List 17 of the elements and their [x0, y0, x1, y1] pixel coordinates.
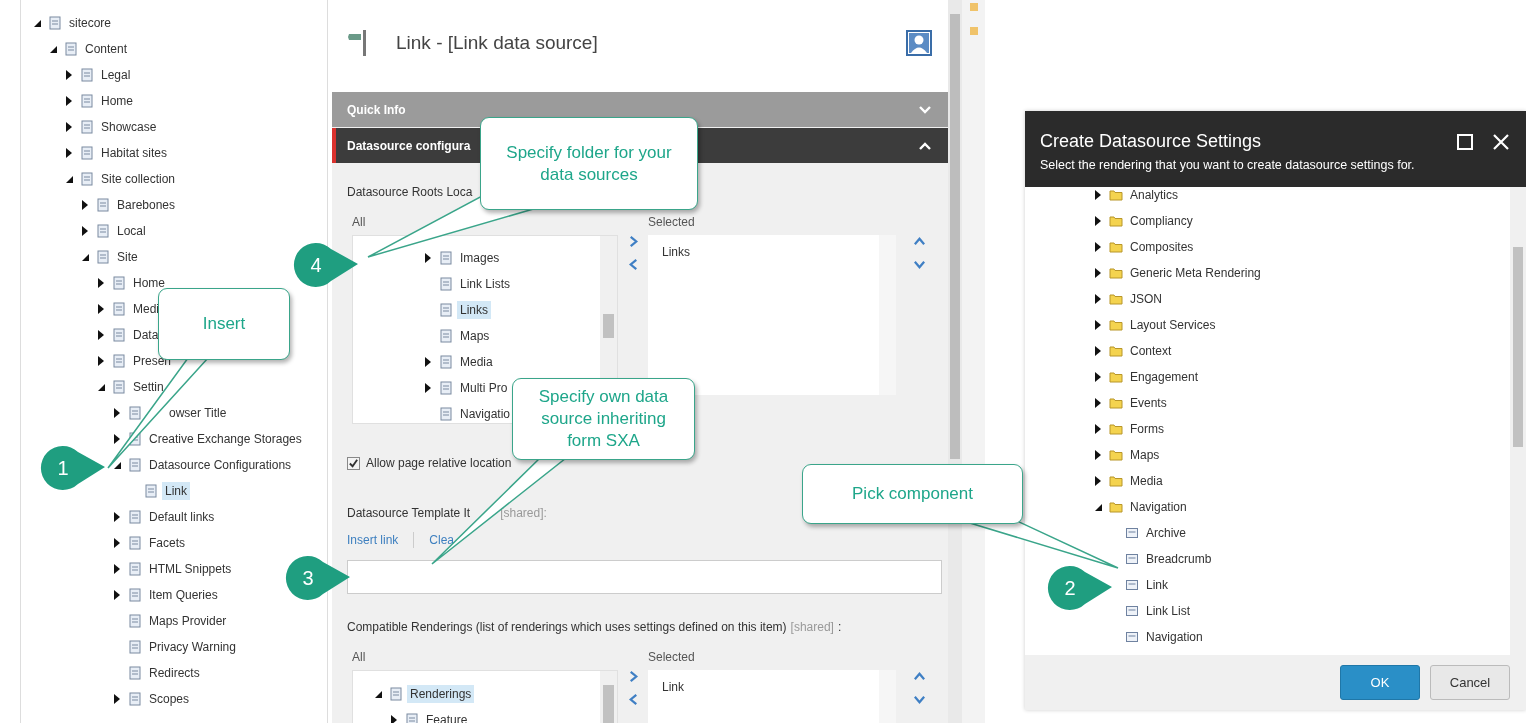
field-label: Compatible Renderings (list of renderings which uses settings defined on this item)	[347, 620, 787, 634]
dialog-subtitle: Select the rendering that you want to create datasource settings for.	[1040, 158, 1416, 172]
callout-tooltip: Pick component	[802, 464, 1023, 524]
shared-note: [shared]	[790, 620, 834, 634]
callout-tooltip: Specify folder for your data sources	[480, 117, 698, 210]
field-label: Datasource Template It	[347, 506, 471, 520]
list-caption: Selected	[648, 215, 696, 229]
list-caption: All	[352, 215, 367, 229]
shared-note: [shared]:	[500, 506, 547, 520]
list-caption: All	[352, 650, 367, 664]
field-label: :	[837, 620, 842, 634]
field-label: Datasource Roots Loca	[347, 185, 473, 199]
dialog-title: Create Datasource Settings	[1040, 131, 1263, 152]
list-caption: Selected	[648, 650, 696, 664]
checkbox-label: Allow page relative location	[366, 456, 512, 470]
callout-tooltip: Specify own data source inheriting form SXA	[512, 378, 695, 460]
item-title: Link - [Link data source]	[396, 32, 599, 54]
